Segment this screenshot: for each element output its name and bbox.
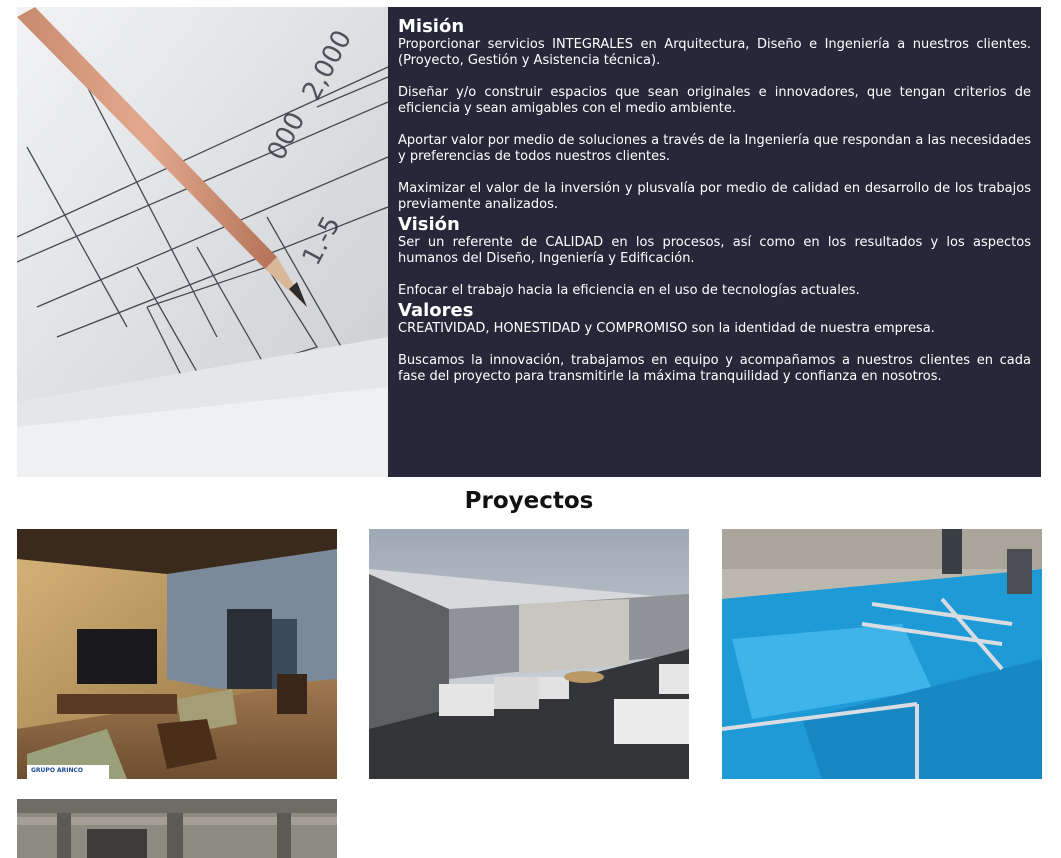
living-room-image (17, 529, 337, 779)
pool-image (722, 529, 1042, 779)
mision-heading: Misión (398, 16, 465, 37)
about-section: 2,000 000 1.-5 Misión Proporcionar servi… (17, 7, 1041, 477)
vision-paragraph: Ser un referente de CALIDAD en los proce… (398, 235, 1031, 266)
mision-paragraph: Maximizar el valor de la inversión y plu… (398, 181, 1031, 212)
vision-paragraph: Enfocar el trabajo hacia la eficiencia e… (398, 283, 860, 298)
vision-heading: Visión (398, 214, 460, 235)
mision-paragraph: Aportar valor por medio de soluciones a … (398, 133, 1031, 164)
project-card-living-room[interactable]: GRUPO ARINCO (17, 529, 337, 779)
valores-paragraph: Buscamos la innovación, trabajamos en eq… (398, 353, 1031, 384)
project-card-warehouse[interactable] (369, 529, 689, 779)
project-card-structure[interactable] (17, 799, 337, 858)
mision-paragraph: Proporcionar servicios INTEGRALES en Arq… (398, 37, 1031, 68)
valores-heading: Valores (398, 300, 474, 321)
structure-image (17, 799, 337, 858)
blueprint-pencil-image: 2,000 000 1.-5 (17, 7, 388, 477)
about-text-panel: Misión Proporcionar servicios INTEGRALES… (388, 7, 1041, 477)
projects-heading: Proyectos (464, 488, 594, 514)
arinco-logo: GRUPO ARINCO (27, 765, 109, 779)
warehouse-image (369, 529, 689, 779)
project-card-pool[interactable] (722, 529, 1042, 779)
mision-paragraph: Diseñar y/o construir espacios que sean … (398, 85, 1031, 116)
valores-paragraph: CREATIVIDAD, HONESTIDAD y COMPROMISO son… (398, 321, 935, 336)
